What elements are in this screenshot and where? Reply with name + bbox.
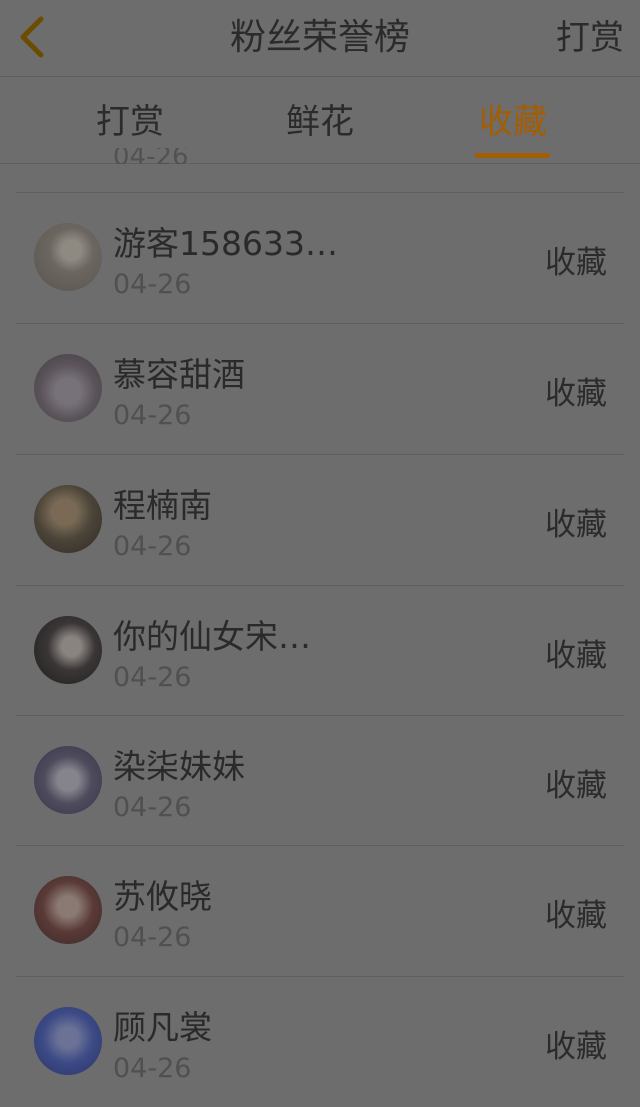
avatar[interactable] — [34, 223, 102, 291]
user-name: 游客158633… — [113, 224, 338, 263]
list-item[interactable]: 染柒妹妹 04-26 收藏 — [0, 715, 640, 846]
entry-date: 04-26 — [113, 400, 192, 431]
entry-date: 04-26 — [113, 1053, 192, 1084]
list-item[interactable]: 程楠南 04-26 收藏 — [0, 454, 640, 585]
entry-date: 04-26 — [113, 792, 192, 823]
divider — [16, 323, 624, 324]
divider — [16, 715, 624, 716]
divider — [16, 976, 624, 977]
user-name: 苏攸晓 — [113, 877, 212, 916]
back-button[interactable] — [12, 14, 52, 60]
entry-type: 收藏 — [545, 898, 607, 934]
divider — [16, 454, 624, 455]
avatar[interactable] — [34, 485, 102, 553]
avatar[interactable] — [34, 746, 102, 814]
avatar[interactable] — [34, 876, 102, 944]
entry-date: 04-26 — [113, 662, 192, 693]
entry-date: 04-26 — [113, 269, 192, 300]
avatar[interactable] — [34, 616, 102, 684]
page-title: 粉丝荣誉榜 — [229, 17, 410, 58]
entry-type: 收藏 — [545, 507, 607, 543]
entry-type: 收藏 — [545, 768, 607, 804]
user-name: 程楠南 — [113, 486, 212, 525]
reward-button[interactable]: 打赏 — [556, 0, 624, 76]
user-name: 顾凡裳 — [113, 1008, 212, 1047]
active-tab-indicator — [475, 153, 550, 158]
entry-date: 04-26 — [113, 531, 192, 562]
entry-date: 04-26 — [113, 922, 192, 953]
tab-bar: 打赏 鲜花 收藏 — [0, 77, 640, 164]
avatar[interactable] — [34, 354, 102, 422]
user-name: 染柒妹妹 — [113, 747, 245, 786]
divider — [16, 585, 624, 586]
list-item[interactable]: 苏攸晓 04-26 收藏 — [0, 845, 640, 976]
tab-favorites[interactable]: 收藏 — [443, 77, 583, 163]
avatar[interactable] — [34, 1007, 102, 1075]
divider — [16, 192, 624, 193]
entry-type: 收藏 — [545, 245, 607, 281]
list-item[interactable]: 顾凡裳 04-26 收藏 — [0, 976, 640, 1107]
divider — [16, 845, 624, 846]
list-item[interactable]: 你的仙女宋… 04-26 收藏 — [0, 585, 640, 716]
entry-type: 收藏 — [545, 376, 607, 412]
chevron-left-icon — [20, 16, 44, 58]
top-bar: 粉丝荣誉榜 打赏 — [0, 0, 640, 77]
previous-row-date: 04-26 — [113, 148, 189, 164]
entry-type: 收藏 — [545, 638, 607, 674]
list-item[interactable]: 慕容甜酒 04-26 收藏 — [0, 323, 640, 454]
tab-flowers[interactable]: 鲜花 — [250, 77, 390, 163]
list-item[interactable]: 游客158633… 04-26 收藏 — [0, 192, 640, 323]
user-name: 你的仙女宋… — [113, 617, 311, 656]
user-name: 慕容甜酒 — [113, 355, 245, 394]
entry-type: 收藏 — [545, 1029, 607, 1065]
